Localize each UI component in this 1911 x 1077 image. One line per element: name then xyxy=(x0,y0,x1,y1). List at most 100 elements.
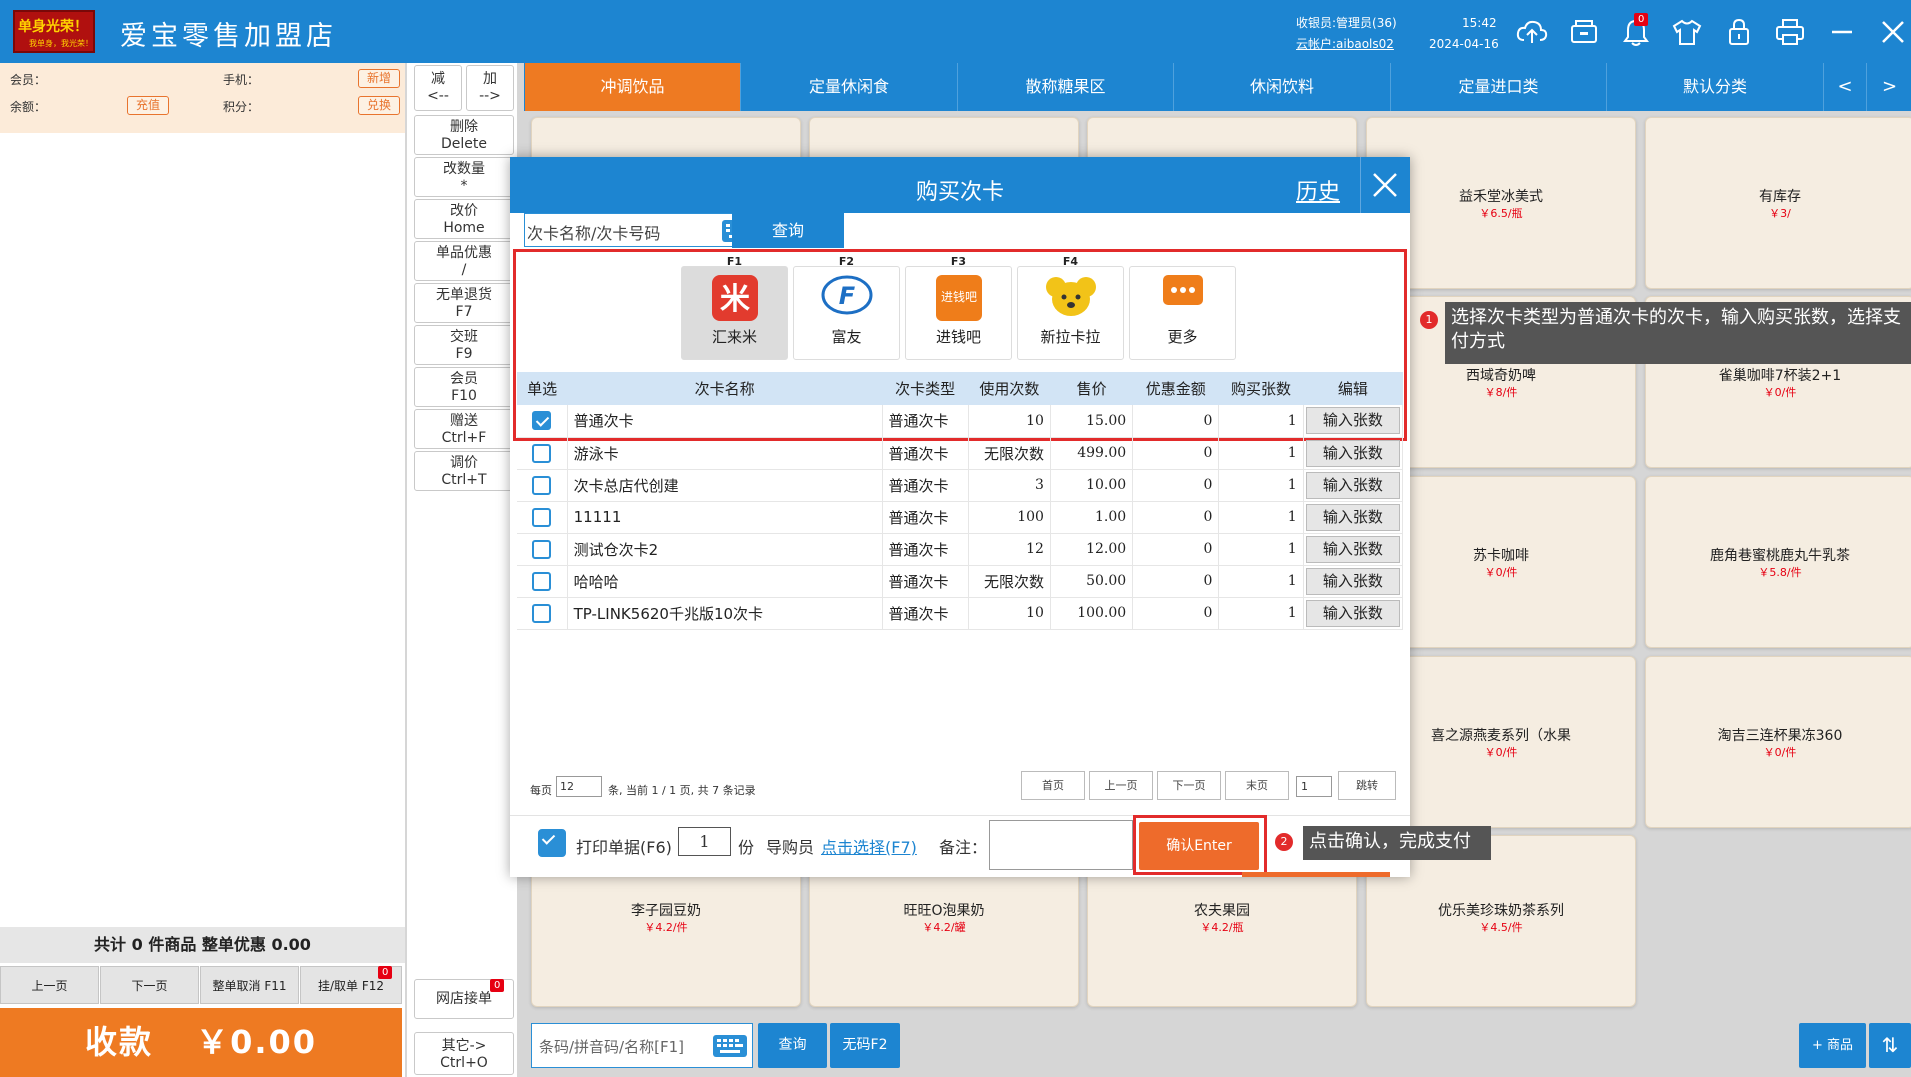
print-receipt-checkbox[interactable] xyxy=(538,829,566,857)
product-search-button[interactable]: 查询 xyxy=(758,1023,827,1068)
card-name-cell: 11111 xyxy=(567,501,883,534)
redeem-button[interactable]: 兑换 xyxy=(358,96,400,115)
cancel-order-button[interactable]: 整单取消 F11 xyxy=(200,966,299,1004)
jump-button[interactable]: 跳转 xyxy=(1338,771,1396,800)
card-qty-cell: 1 xyxy=(1218,501,1304,534)
product-price: ￥5.8/件 xyxy=(1758,566,1802,579)
row-checkbox[interactable] xyxy=(532,475,552,495)
toggle-layout-icon[interactable]: ⇅ xyxy=(1869,1023,1911,1068)
card-discount-cell: 0 xyxy=(1132,533,1220,566)
card-row[interactable]: TP-LINK5620千兆版10次卡 普通次卡 10 100.00 0 1 输入张数 xyxy=(517,597,1404,630)
history-link[interactable]: 历史 xyxy=(1296,174,1340,206)
cloud-upload-icon[interactable] xyxy=(1514,14,1550,50)
row-checkbox[interactable] xyxy=(532,539,552,559)
row-checkbox[interactable] xyxy=(532,411,552,431)
card-row[interactable]: 哈哈哈 普通次卡 无限次数 50.00 0 1 输入张数 xyxy=(517,565,1404,598)
recharge-button[interactable]: 充值 xyxy=(127,96,169,115)
decrease-qty-button[interactable]: 减 <-- xyxy=(414,65,462,111)
category-tab[interactable]: 休闲饮料 xyxy=(1175,63,1391,111)
card-search-button[interactable]: 查询 xyxy=(732,213,844,248)
row-checkbox[interactable] xyxy=(532,507,552,527)
product-card[interactable]: 鹿角巷蜜桃鹿丸牛乳茶 ￥5.8/件 xyxy=(1645,476,1911,648)
payment-type-button[interactable]: 进钱吧 进钱吧 xyxy=(905,266,1012,360)
other-functions-button[interactable]: 其它-> Ctrl+O xyxy=(414,1032,514,1075)
enter-qty-button[interactable]: 输入张数 xyxy=(1305,439,1400,467)
row-checkbox[interactable] xyxy=(532,571,552,591)
product-card[interactable]: 淘吉三连杯果冻360 ￥0/件 xyxy=(1645,656,1911,828)
category-tab[interactable]: 定量休闲食 xyxy=(742,63,958,111)
category-tab[interactable]: 默认分类 xyxy=(1608,63,1824,111)
card-row[interactable]: 游泳卡 普通次卡 无限次数 499.00 0 1 输入张数 xyxy=(517,437,1404,470)
function-button[interactable]: 改价 Home xyxy=(414,199,514,239)
card-discount-cell: 0 xyxy=(1132,597,1220,630)
last-page-button[interactable]: 末页 xyxy=(1225,771,1289,800)
product-card[interactable]: 有库存 ￥3/ xyxy=(1645,117,1911,289)
row-checkbox[interactable] xyxy=(532,603,552,623)
card-search-input[interactable]: 次卡名称/次卡号码 xyxy=(524,213,762,247)
note-label: 备注： xyxy=(939,838,988,857)
enter-qty-button[interactable]: 输入张数 xyxy=(1305,407,1400,435)
function-button[interactable]: 改数量 * xyxy=(414,157,514,197)
copies-input[interactable]: 1 xyxy=(678,827,731,856)
function-button[interactable]: 删除 Delete xyxy=(414,115,514,155)
column-header: 售价 xyxy=(1050,372,1133,405)
category-tab[interactable]: 冲调饮品 xyxy=(525,63,741,111)
payment-type-button[interactable]: 新拉卡拉 xyxy=(1017,266,1124,360)
function-button[interactable]: 单品优惠 / xyxy=(414,241,514,281)
payment-type-button[interactable]: 更多 xyxy=(1129,266,1236,360)
category-next-button[interactable]: > xyxy=(1868,63,1911,111)
enter-qty-button[interactable]: 输入张数 xyxy=(1305,599,1400,627)
first-page-button[interactable]: 首页 xyxy=(1021,771,1085,800)
new-member-button[interactable]: 新增 xyxy=(358,69,400,88)
payment-type-button[interactable]: F 富友 xyxy=(793,266,900,360)
function-button[interactable]: 会员 F10 xyxy=(414,367,514,407)
card-row[interactable]: 次卡总店代创建 普通次卡 3 10.00 0 1 输入张数 xyxy=(517,469,1404,502)
guide-select-link[interactable]: 点击选择(F7) xyxy=(821,834,917,858)
cloud-account-link[interactable]: 云帐户:aibaols02 xyxy=(1296,35,1394,52)
increase-shortcut: --> xyxy=(479,88,501,104)
cashier-label: 收银员:管理员(36) xyxy=(1296,16,1397,30)
row-checkbox[interactable] xyxy=(532,443,552,463)
function-button[interactable]: 无单退货 F7 xyxy=(414,283,514,323)
enter-qty-button[interactable]: 输入张数 xyxy=(1305,567,1400,595)
category-prev-button[interactable]: < xyxy=(1824,63,1867,111)
note-input[interactable] xyxy=(989,820,1133,870)
page-number-input[interactable]: 1 xyxy=(1296,776,1332,797)
card-row[interactable]: 11111 普通次卡 100 1.00 0 1 输入张数 xyxy=(517,501,1404,534)
category-tab[interactable]: 散称糖果区 xyxy=(958,63,1174,111)
payment-type-button[interactable]: 米汇来米 xyxy=(681,266,788,360)
printer-icon[interactable] xyxy=(1772,14,1808,50)
increase-qty-button[interactable]: 加 --> xyxy=(466,65,514,111)
confirm-button[interactable]: 确认Enter xyxy=(1139,822,1259,870)
close-icon[interactable] xyxy=(1875,14,1911,50)
prev-page-button[interactable]: 上一页 xyxy=(1089,771,1153,800)
cart-prev-page-button[interactable]: 上一页 xyxy=(0,966,99,1004)
checkout-button[interactable]: 收款 ￥0.00 xyxy=(0,1008,402,1077)
other-label: 其它-> xyxy=(441,1038,487,1054)
logo-subtext: 我单身，我光荣！ xyxy=(29,39,93,48)
next-page-button[interactable]: 下一页 xyxy=(1157,771,1221,800)
cash-drawer-icon[interactable] xyxy=(1566,14,1602,50)
product-search-input[interactable]: 条码/拼音码/名称[F1] xyxy=(531,1023,753,1068)
keyboard-icon[interactable] xyxy=(712,1034,748,1062)
card-price-cell: 10.00 xyxy=(1050,469,1134,502)
logo-text: 单身光荣！ xyxy=(18,19,88,35)
lock-icon[interactable] xyxy=(1721,14,1757,50)
function-button[interactable]: 调价 Ctrl+T xyxy=(414,451,514,491)
card-row[interactable]: 测试仓次卡2 普通次卡 12 12.00 0 1 输入张数 xyxy=(517,533,1404,566)
minimize-icon[interactable] xyxy=(1824,14,1860,50)
function-button[interactable]: 赠送 Ctrl+F xyxy=(414,409,514,449)
card-row[interactable]: 普通次卡 普通次卡 10 15.00 0 1 输入张数 xyxy=(517,405,1404,438)
per-page-input[interactable]: 12 xyxy=(556,776,602,797)
enter-qty-button[interactable]: 输入张数 xyxy=(1305,503,1400,531)
shirt-icon[interactable] xyxy=(1669,14,1705,50)
dialog-close-icon[interactable] xyxy=(1371,171,1399,203)
category-tab[interactable]: 定量进口类 xyxy=(1391,63,1607,111)
enter-qty-button[interactable]: 输入张数 xyxy=(1305,471,1400,499)
cart-next-page-button[interactable]: 下一页 xyxy=(100,966,199,1004)
add-product-button[interactable]: + 商品 xyxy=(1799,1023,1866,1068)
no-barcode-button[interactable]: 无码F2 xyxy=(830,1023,900,1068)
enter-qty-button[interactable]: 输入张数 xyxy=(1305,535,1400,563)
card-discount-cell: 0 xyxy=(1132,405,1220,438)
function-button[interactable]: 交班 F9 xyxy=(414,325,514,365)
